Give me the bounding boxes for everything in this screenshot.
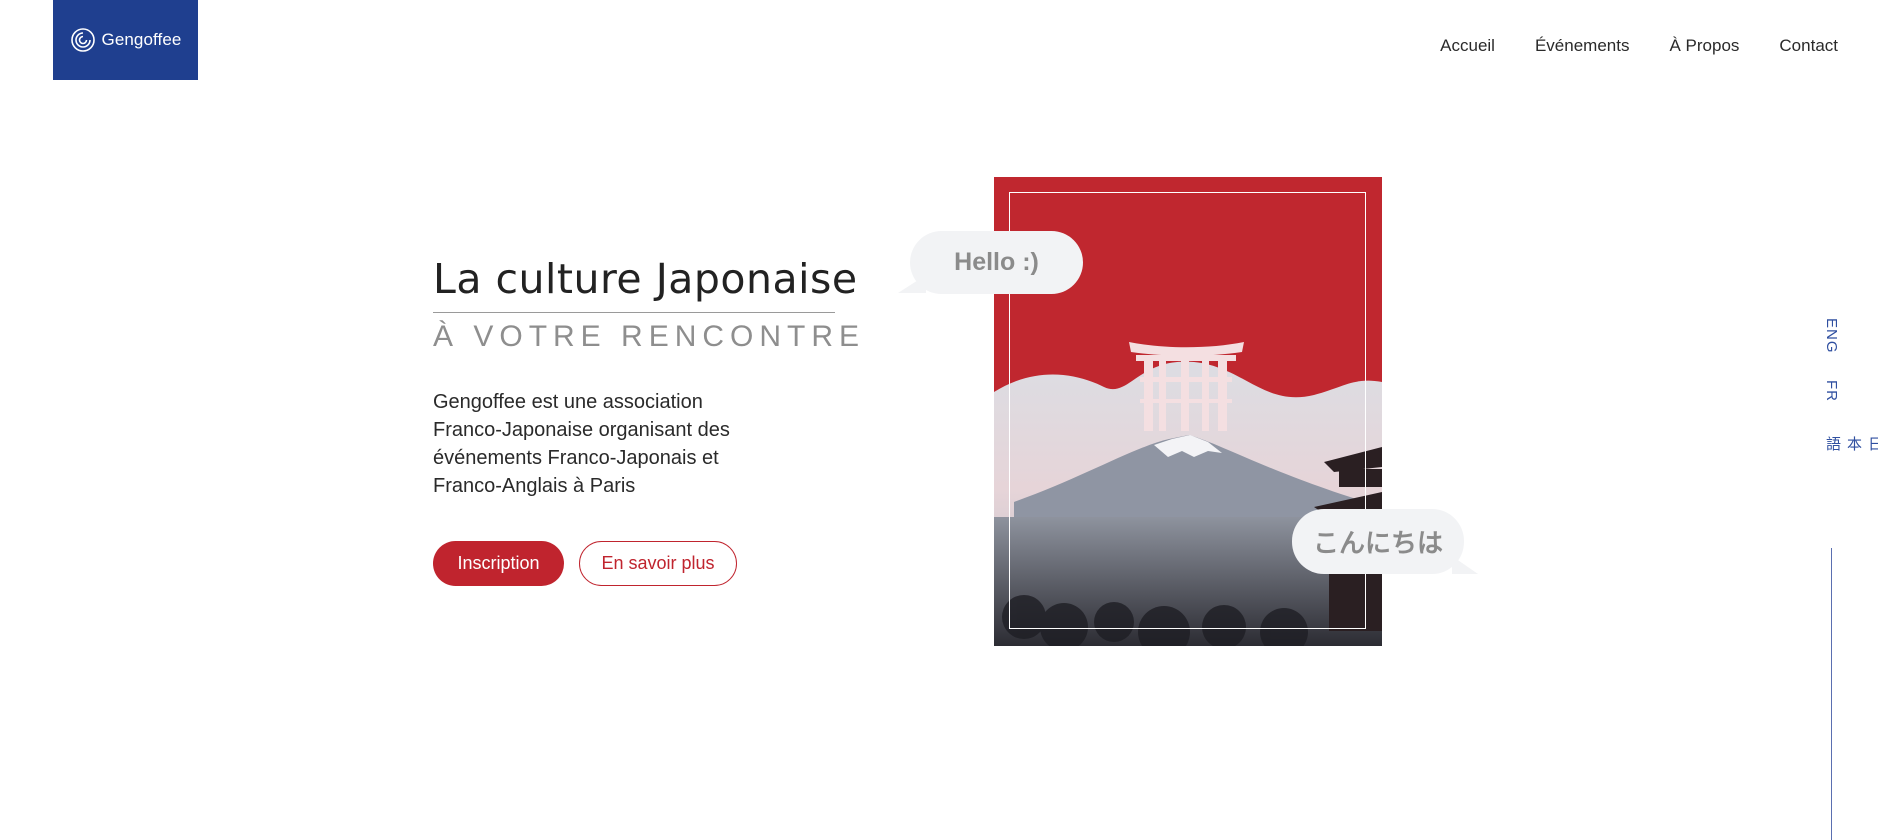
language-option-ja[interactable]: 日本語 <box>1823 436 1878 455</box>
page: Gengoffee Accueil Événements À Propos Co… <box>0 0 1878 840</box>
speech-bubble-konnichiwa: こんにちは <box>1292 509 1464 574</box>
nav-item-a-propos[interactable]: À Propos <box>1669 36 1739 56</box>
hero-description: Gengoffee est une association Franco-Jap… <box>433 391 730 497</box>
language-switcher-line <box>1831 548 1832 840</box>
hero-subtitle: À VOTRE RENCONTRE <box>433 320 866 353</box>
hero-title: La culture Japonaise <box>433 255 858 303</box>
torii-gate-icon <box>1129 342 1244 431</box>
language-option-fr[interactable]: FR <box>1823 380 1840 402</box>
speech-bubble-hello: Hello :) <box>910 231 1083 294</box>
brand-logo[interactable]: Gengoffee <box>53 0 198 80</box>
inscription-button[interactable]: Inscription <box>433 541 564 586</box>
nav-item-contact[interactable]: Contact <box>1779 36 1838 56</box>
learn-more-button[interactable]: En savoir plus <box>579 541 737 586</box>
nav-item-evenements[interactable]: Événements <box>1535 36 1630 56</box>
hero-divider <box>433 312 835 313</box>
spiral-logo-icon <box>70 27 96 53</box>
main-nav: Accueil Événements À Propos Contact <box>1440 36 1838 56</box>
brand-name: Gengoffee <box>101 30 182 49</box>
nav-item-accueil[interactable]: Accueil <box>1440 36 1495 56</box>
language-option-eng[interactable]: ENG <box>1823 318 1840 354</box>
